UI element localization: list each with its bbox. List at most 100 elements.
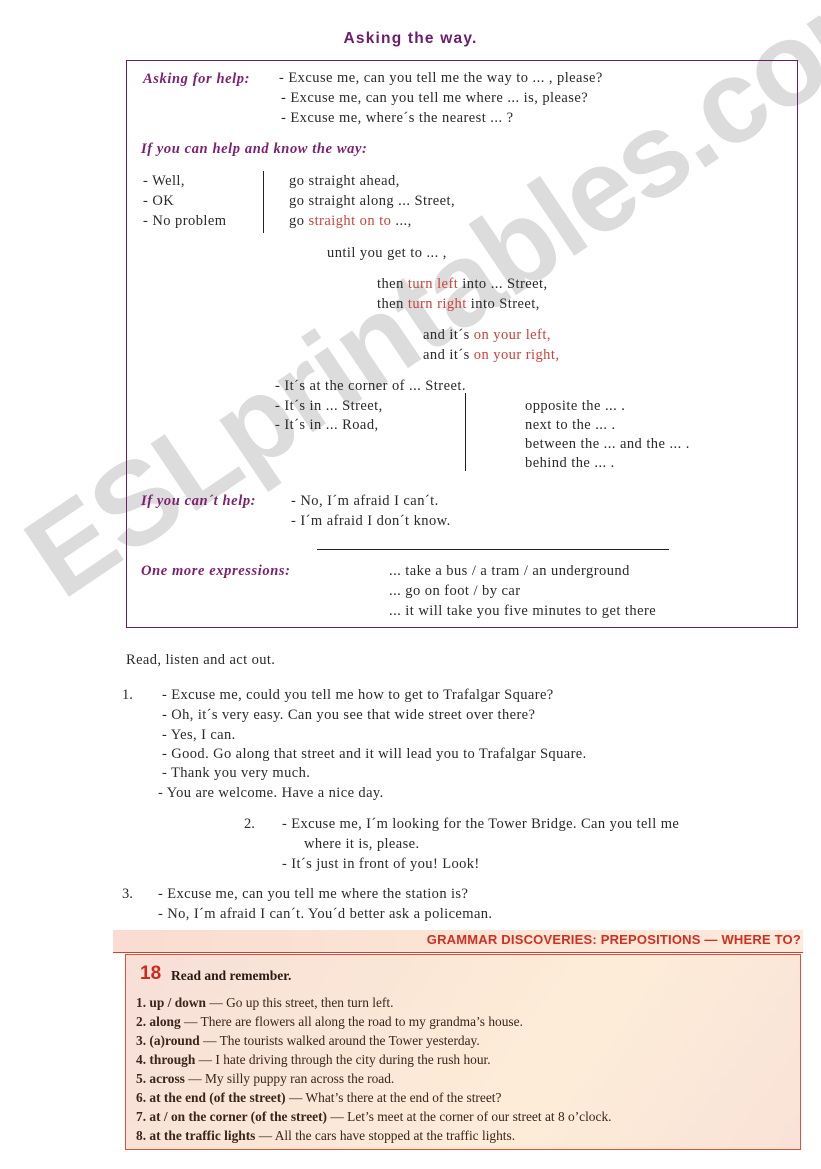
grammar-item-2-example: There are flowers all along the road to …	[200, 1014, 523, 1029]
heading-asking-for-help: Asking for help:	[143, 71, 251, 87]
dialogue-1-line-4: - Good. Go along that street and it will…	[162, 746, 587, 762]
grammar-item-4-example: I hate driving through the city during t…	[215, 1052, 491, 1067]
location-line-2: - It´s in ... Street,	[275, 398, 383, 414]
grammar-item-7-example: Let’s meet at the corner of our street a…	[347, 1109, 612, 1124]
expression-line-3: ... it will take you five minutes to get…	[389, 603, 657, 619]
turn-line-1-post: into ... Street,	[458, 276, 548, 292]
grammar-item-6-dash: —	[289, 1090, 303, 1105]
grammar-item-8-example: All the cars have stopped at the traffic…	[274, 1128, 516, 1143]
dialogue-2-number: 2.	[244, 816, 255, 832]
dialogue-3-line-1: - Excuse me, can you tell me where the s…	[158, 886, 469, 902]
opener-line-1: - Well,	[143, 173, 185, 189]
heading-if-you-can-help: If you can help and know the way:	[141, 141, 368, 157]
grammar-item-5-term: across	[149, 1071, 185, 1086]
grammar-body-panel: 18 Read and remember. 1. up / down — Go …	[125, 954, 801, 1150]
grammar-exercise-number: 18	[140, 963, 162, 984]
until-line: until you get to ... ,	[327, 245, 447, 261]
expression-line-2: ... go on foot / by car	[389, 583, 521, 599]
grammar-item-8-term: at the traffic lights	[149, 1128, 256, 1143]
turn-line-2-highlight: turn right	[407, 296, 467, 312]
grammar-header-title: GRAMMAR DISCOVERIES: PREPOSITIONS — WHER…	[426, 932, 801, 947]
grammar-item-7: 7. at / on the corner (of the street) — …	[136, 1109, 612, 1125]
dialogue-1-line-2: - Oh, it´s very easy. Can you see that w…	[162, 707, 536, 723]
its-on-line-1-highlight: on your left,	[473, 327, 551, 343]
heading-if-you-cant-help: If you can´t help:	[141, 493, 257, 509]
opener-line-3: - No problem	[143, 213, 227, 229]
grammar-item-4: 4. through — I hate driving through the …	[136, 1052, 491, 1068]
asking-for-help-line-1: - Excuse me, can you tell me the way to …	[279, 70, 603, 86]
grammar-item-2: 2. along — There are flowers all along t…	[136, 1014, 523, 1030]
grammar-item-7-dash: —	[330, 1109, 344, 1124]
grammar-item-3: 3. (a)round — The tourists walked around…	[136, 1033, 480, 1049]
dialogue-3-line-2: - No, I´m afraid I can´t. You´d better a…	[158, 906, 493, 922]
expression-line-1: ... take a bus / a tram / an underground	[389, 563, 630, 579]
grammar-item-6-num: 6.	[136, 1090, 147, 1105]
opener-line-2: - OK	[143, 193, 175, 209]
grammar-item-1-example: Go up this street, then turn left.	[226, 995, 394, 1010]
dialogue-1-line-1: - Excuse me, could you tell me how to ge…	[162, 687, 554, 703]
its-on-line-1-pre: and it´s	[423, 327, 474, 343]
turn-line-2-pre: then	[377, 296, 408, 312]
phrase-reference-box: Asking for help: - Excuse me, can you te…	[126, 60, 798, 628]
grammar-item-8: 8. at the traffic lights — All the cars …	[136, 1128, 515, 1144]
grammar-item-6-example: What’s there at the end of the street?	[305, 1090, 502, 1105]
grammar-item-8-dash: —	[258, 1128, 273, 1143]
turn-line-2-post: into Street,	[466, 296, 540, 312]
page-title: Asking the way.	[343, 30, 478, 47]
dialogue-2-line-2: where it is, please.	[304, 836, 420, 852]
turn-line-1-highlight: turn left	[407, 276, 459, 292]
dialogue-3-number: 3.	[122, 886, 133, 902]
grammar-header-bar: GRAMMAR DISCOVERIES: PREPOSITIONS — WHER…	[113, 930, 803, 953]
position-line-1: opposite the ... .	[525, 398, 626, 414]
turn-line-2: then turn right into Street,	[377, 296, 540, 313]
grammar-discoveries-block: GRAMMAR DISCOVERIES: PREPOSITIONS — WHER…	[113, 930, 803, 1152]
grammar-item-1-num: 1.	[136, 995, 147, 1010]
grammar-item-5-dash: —	[188, 1071, 202, 1086]
its-on-line-2-highlight: on your right,	[473, 347, 560, 363]
go-line-3-pre: go	[289, 213, 309, 229]
grammar-item-4-term: through	[149, 1052, 196, 1067]
dialogue-1-line-6: - You are welcome. Have a nice day.	[158, 785, 384, 801]
go-line-3-highlight: straight on to	[308, 213, 392, 229]
dialogue-2-line-3: - It´s just in front of you! Look!	[282, 856, 480, 872]
turn-line-1-pre: then	[377, 276, 408, 292]
grammar-instruction: Read and remember.	[171, 968, 292, 983]
grammar-item-1-dash: —	[209, 995, 223, 1010]
grammar-item-3-num: 3.	[136, 1033, 147, 1048]
location-line-1: - It´s at the corner of ... Street.	[275, 378, 466, 394]
dialogue-2-line-1: - Excuse me, I´m looking for the Tower B…	[282, 816, 680, 832]
divider-positions	[465, 393, 466, 471]
cant-help-line-2: - I´m afraid I don´t know.	[291, 513, 451, 529]
grammar-item-5: 5. across — My silly puppy ran across th…	[136, 1071, 394, 1087]
grammar-item-5-num: 5.	[136, 1071, 147, 1086]
grammar-item-4-dash: —	[198, 1052, 213, 1067]
grammar-item-1-term: up / down	[149, 995, 206, 1010]
cant-help-line-1: - No, I´m afraid I can´t.	[291, 493, 439, 509]
position-line-3: between the ... and the ... .	[525, 436, 690, 452]
dialogue-1-line-3: - Yes, I can.	[162, 727, 236, 743]
grammar-item-3-example: The tourists walked around the Tower yes…	[219, 1033, 480, 1048]
grammar-item-8-num: 8.	[136, 1128, 147, 1143]
grammar-item-4-num: 4.	[136, 1052, 147, 1067]
turn-line-1: then turn left into ... Street,	[377, 276, 548, 293]
grammar-item-2-num: 2.	[136, 1014, 147, 1029]
grammar-item-6-term: at the end (of the street)	[149, 1090, 286, 1105]
grammar-item-7-num: 7.	[136, 1109, 147, 1124]
grammar-item-5-example: My silly puppy ran across the road.	[204, 1071, 395, 1086]
grammar-item-3-dash: —	[203, 1033, 217, 1048]
its-on-line-2: and it´s on your right,	[423, 347, 559, 364]
go-line-3-post: ...,	[391, 213, 412, 229]
divider-horizontal	[317, 549, 669, 550]
its-on-line-2-pre: and it´s	[423, 347, 474, 363]
go-line-3: go straight on to ...,	[289, 213, 412, 230]
go-line-1: go straight ahead,	[289, 173, 400, 189]
heading-one-more-expressions: One more expressions:	[141, 563, 291, 579]
location-line-3: - It´s in ... Road,	[275, 417, 379, 433]
grammar-item-1: 1. up / down — Go up this street, then t…	[136, 995, 393, 1011]
go-line-2: go straight along ... Street,	[289, 193, 456, 209]
asking-for-help-line-2: - Excuse me, can you tell me where ... i…	[281, 90, 589, 106]
dialogue-1-line-5: - Thank you very much.	[162, 765, 311, 781]
position-line-4: behind the ... .	[525, 455, 615, 471]
grammar-item-7-term: at / on the corner (of the street)	[149, 1109, 328, 1124]
grammar-item-3-term: (a)round	[149, 1033, 200, 1048]
